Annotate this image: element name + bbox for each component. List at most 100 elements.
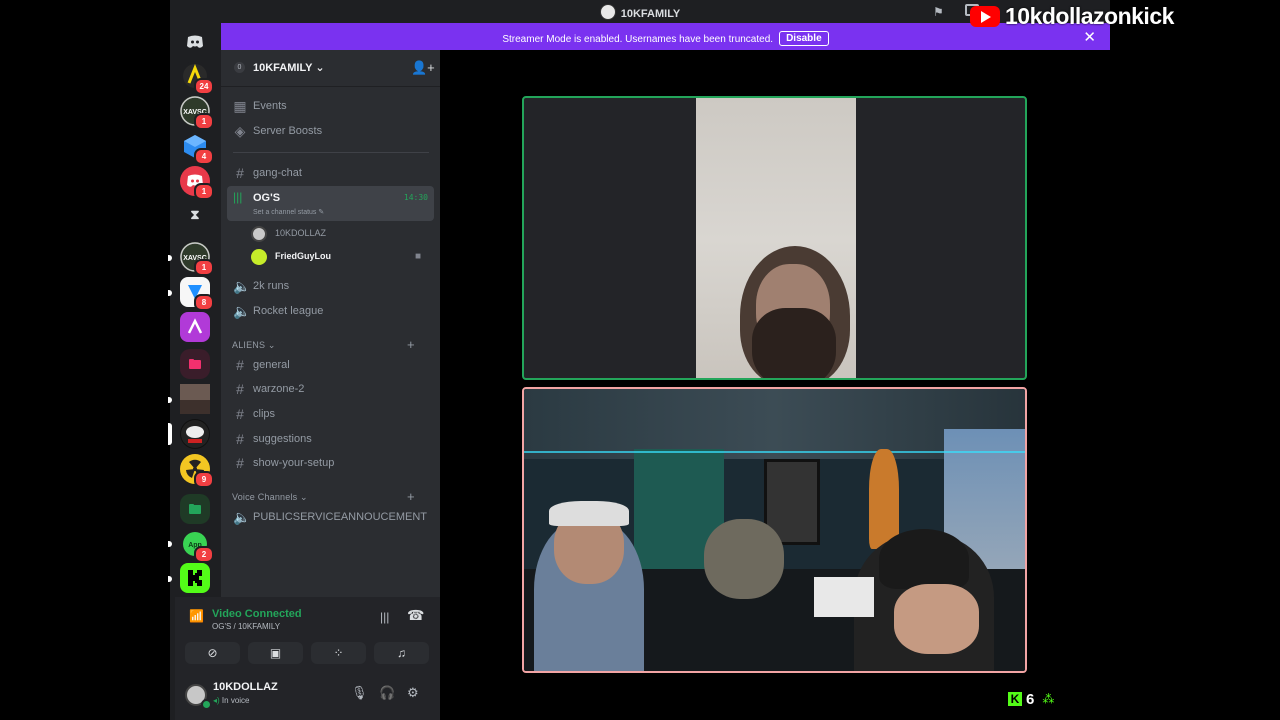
server-kick[interactable] [180, 563, 210, 593]
soundboard-icon: ♫ [397, 646, 406, 660]
channel-label: PUBLICSERVICEANNOUCEMENT [253, 511, 427, 523]
server-boosts-link[interactable]: ◈ Server Boosts [227, 120, 434, 142]
skeleton-decoration [869, 449, 899, 549]
channel-label: warzone-2 [253, 383, 305, 395]
channel-label: suggestions [253, 433, 312, 445]
microphone-icon[interactable]: 🎙 [351, 685, 368, 701]
voice-status: Video Connected [212, 608, 302, 620]
screen-share-icon: ▣ [269, 646, 282, 660]
voice-user-name: FriedGuyLou [275, 251, 331, 261]
viewers-icon: ⁂ [1042, 692, 1055, 706]
mention-badge: 4 [194, 148, 214, 165]
mention-badge: 1 [194, 183, 214, 200]
chevron-down-icon: ⌄ [267, 340, 276, 350]
avatar [251, 226, 267, 242]
youtube-overlay: 10kdollazonkick [970, 2, 1174, 30]
video-tile-room[interactable] [522, 387, 1027, 673]
guild-name[interactable]: 10KFAMILY ⌄ [253, 61, 325, 74]
server-photo[interactable] [180, 384, 210, 414]
signal-icon[interactable]: 📶 [189, 609, 204, 623]
user-status-text: In voice [221, 696, 250, 705]
camera-off-button[interactable]: ⊘ [185, 642, 240, 664]
server-purple-app[interactable] [180, 312, 210, 342]
channel-gang-chat[interactable]: # gang-chat [227, 162, 434, 184]
server-xavsc[interactable]: XAVSC 1 [180, 96, 214, 130]
channel-label: general [253, 359, 290, 371]
activities-button[interactable]: ⁘ [311, 642, 366, 664]
online-status-dot [201, 699, 212, 710]
noise-suppression-icon[interactable]: ||| [380, 610, 389, 624]
youtube-logo-icon [970, 5, 1000, 27]
camera-feed [696, 98, 856, 378]
create-channel-icon[interactable]: + [407, 489, 415, 504]
speaker-icon: 🔈 [233, 509, 251, 525]
video-stage [440, 50, 1110, 720]
category-aliens[interactable]: ALIENS ⌄ + [232, 337, 415, 352]
category-voice-channels[interactable]: Voice Channels ⌄ + [232, 489, 415, 504]
activities-icon: ⁘ [333, 646, 344, 660]
video-tile-speaking[interactable] [522, 96, 1027, 380]
unread-pill [168, 541, 172, 547]
close-icon[interactable]: ✕ [1083, 28, 1096, 46]
voice-channel-ogs[interactable]: ||| OG'S Set a channel status ✎ 14:30 [227, 186, 434, 221]
hourglass-icon[interactable]: ⧗ [180, 200, 210, 230]
headphones-icon[interactable]: 🎧 [379, 685, 395, 701]
person-right-face [894, 584, 979, 654]
voice-user-name: 10KDOLLAZ [275, 228, 327, 238]
gear-icon[interactable]: ⚙ [407, 685, 419, 701]
camera-off-icon: ⊘ [207, 646, 218, 660]
mask-server-icon [181, 420, 209, 448]
channel-general[interactable]: # general [227, 354, 434, 376]
person-middle [704, 519, 784, 599]
disconnect-icon[interactable]: ☎ [407, 607, 424, 624]
mention-badge: 9 [194, 471, 214, 488]
user-panel: 10KDOLLAZ ◂) In voice 🎙 🎧 ⚙ [175, 672, 440, 720]
server-mask[interactable] [180, 419, 210, 449]
server-folder-green[interactable] [180, 494, 210, 524]
events-link[interactable]: ▦ Events [227, 95, 434, 117]
set-status-link[interactable]: Set a channel status ✎ [253, 208, 324, 216]
voice-channel-psa[interactable]: 🔈 PUBLICSERVICEANNOUCEMENT [227, 506, 434, 528]
user-name[interactable]: 10KDOLLAZ [213, 681, 278, 693]
flag-icon[interactable]: ⚑ [933, 5, 944, 19]
server-green-blob[interactable]: App 2 [180, 529, 214, 563]
channel-show-your-setup[interactable]: # show-your-setup [227, 452, 434, 474]
banner-text: Streamer Mode is enabled. Usernames have… [502, 34, 774, 45]
screen-share-button[interactable]: ▣ [248, 642, 303, 664]
voice-channel-rocket-league[interactable]: 🔈 Rocket league [227, 300, 434, 322]
guild-header[interactable]: 0 10KFAMILY ⌄ 👤+ [221, 50, 440, 87]
guild-name-text: 10KFAMILY [253, 62, 313, 74]
kick-logo-icon: K [1008, 692, 1022, 706]
boost-icon: ◈ [234, 123, 246, 139]
user-status: ◂) In voice [213, 696, 250, 705]
channel-suggestions[interactable]: # suggestions [227, 428, 434, 450]
server-yellow[interactable]: 24 [180, 61, 214, 95]
unread-pill [168, 255, 172, 261]
unread-pill [168, 576, 172, 582]
corona-box [814, 577, 874, 617]
channel-label: show-your-setup [253, 457, 335, 469]
person-left-cap [549, 501, 629, 526]
channel-label: 2k runs [253, 280, 290, 292]
voice-channel-2k-runs[interactable]: 🔈 2k runs [227, 275, 434, 297]
server-xavsc-2[interactable]: XAVSC 1 [180, 242, 214, 276]
disable-button[interactable]: Disable [779, 31, 829, 46]
youtube-handle: 10kdollazonkick [1005, 2, 1174, 29]
channel-warzone-2[interactable]: # warzone-2 [227, 378, 434, 400]
server-blue-app[interactable]: 8 [180, 277, 214, 311]
window-title-text: 10KFAMILY [620, 8, 681, 20]
channel-clips[interactable]: # clips [227, 403, 434, 425]
invite-people-icon[interactable]: 👤+ [411, 60, 435, 76]
mention-badge: 2 [194, 546, 214, 563]
server-folder-red[interactable] [180, 349, 210, 379]
chevron-down-icon: ⌄ [300, 492, 308, 502]
server-radioactive[interactable]: 9 [180, 454, 214, 488]
create-channel-icon[interactable]: + [407, 337, 415, 352]
discord-home-icon[interactable] [180, 27, 210, 57]
voice-location[interactable]: OG'S / 10KFAMILY [212, 622, 280, 631]
server-red-discord[interactable]: 1 [180, 166, 214, 200]
server-blue-cube[interactable]: 4 [180, 131, 214, 165]
mention-badge: 1 [194, 113, 214, 130]
server-logo-icon [599, 4, 616, 20]
soundboard-button[interactable]: ♫ [374, 642, 429, 664]
